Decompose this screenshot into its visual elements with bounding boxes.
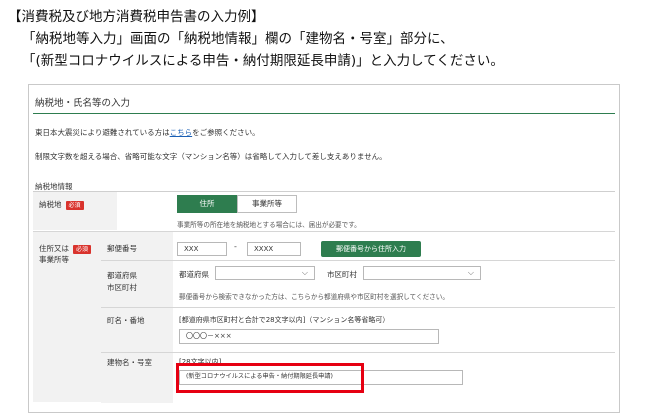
city-select-label: 市区町村 [327,270,357,279]
town-label: 町名・番地 [107,316,145,325]
row-divider [101,352,615,353]
highlight-frame [176,363,364,393]
row-divider [101,307,615,308]
tab-address[interactable]: 住所 [177,195,237,213]
postal-label: 郵便番号 [107,244,137,253]
evacuee-link[interactable]: こちら [170,128,193,137]
postal-code-2-input[interactable]: XXXX [247,242,301,256]
evacuee-note: 東日本大震災により避難されている方はこちらをご参照ください。 [35,127,260,138]
page-title: 納税地・氏名等の入力 [35,98,131,109]
required-badge: 必須 [65,201,84,210]
section-divider [33,191,615,192]
nozeichi-help: 事業所等の所在地を納税地とする場合には、届出が必要です。 [177,221,361,229]
city-select[interactable]: ⌵ [363,266,481,280]
nozeichi-label-text: 納税地 [39,200,62,209]
nozeichi-label-cell [33,192,117,230]
pref-label-line2: 市区町村 [107,283,137,292]
postal-lookup-button[interactable]: 郵便番号から住所入力 [321,241,421,257]
address-label-line2: 事業所等 [39,255,69,264]
prefecture-select[interactable]: ⌵ [215,266,315,280]
postal-separator: - [234,242,237,251]
instruction-line-2: 「納税地等入力」画面の「納税地情報」欄の「建物名・号室」部分に、 [22,31,454,47]
address-label-line1: 住所又は [39,244,69,253]
char-limit-note: 制限文字数を超える場合、省略可能な文字（マンション名等）は省略して入力して差し支… [35,152,387,161]
chevron-down-icon: ⌵ [301,268,308,277]
pref-select-label: 都道府県 [179,270,209,279]
address-label: 住所又は 必須 事業所等 [39,243,92,265]
instructions: 【消費税及び地方消費税申告書の入力例】 「納税地等入力」画面の「納税地情報」欄の… [8,6,504,72]
pref-help: 郵便番号から検索できなかった方は、こちらから都道府県や市区町村を選択してください… [179,293,449,301]
building-label: 建物名・号室 [107,358,152,367]
instruction-line-3: 「(新型コロナウイルスによる申告・納付期限延長申請)」と入力してください。 [22,53,504,69]
title-divider [33,113,615,114]
tab-office[interactable]: 事業所等 [237,195,297,213]
instruction-line-1: 【消費税及び地方消費税申告書の入力例】 [8,9,265,25]
required-badge: 必須 [73,245,92,254]
postal-code-1-input[interactable]: XXX [177,242,227,256]
chevron-down-icon: ⌵ [467,268,474,277]
town-input[interactable]: 〇〇〇－××× [179,329,439,344]
town-hint: [都道府県市区町村と合計で28文字以内]（マンション名等省略可） [179,316,390,324]
evacuee-note-text: 東日本大震災により避難されている方は [35,128,170,137]
pref-city-label: 都道府県 市区町村 [107,270,137,294]
pref-label-line1: 都道府県 [107,271,137,280]
row-divider [101,260,615,261]
evacuee-note-tail: をご参照ください。 [192,128,260,137]
nozeichi-label: 納税地 必須 [39,199,84,210]
